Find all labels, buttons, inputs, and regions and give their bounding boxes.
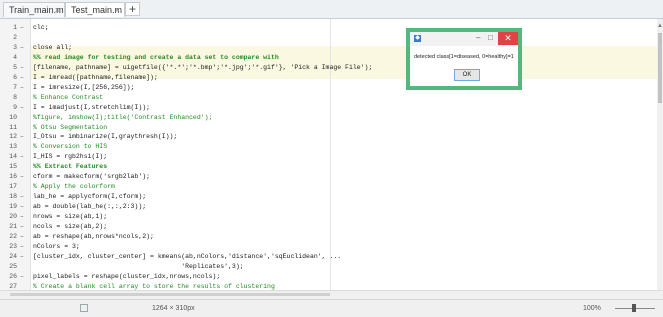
result-dialog: ◆ – □ ✕ detected class[1=diseased, 0=hea…: [406, 28, 522, 90]
dialog-titlebar[interactable]: ◆ – □ ✕: [410, 32, 518, 46]
status-icon: [80, 304, 88, 312]
tab-close-icon[interactable]: ×: [115, 3, 120, 17]
tab-train-main[interactable]: Train_main.m ×: [3, 2, 65, 17]
zoom-level: 100%: [583, 305, 601, 312]
minimize-icon[interactable]: –: [476, 33, 480, 42]
app-icon: ◆: [414, 35, 421, 42]
status-bar: 1264 × 310px 100%: [0, 299, 663, 317]
maximize-icon[interactable]: □: [488, 33, 493, 42]
line-number: 27: [9, 282, 17, 290]
zoom-slider-handle[interactable]: [632, 304, 636, 312]
scrollbar-thumb[interactable]: [10, 293, 330, 296]
scroll-up-icon[interactable]: ▲: [657, 23, 663, 29]
tab-test-main[interactable]: Test_main.m ×: [65, 2, 125, 17]
vertical-scrollbar[interactable]: ▲: [657, 19, 663, 290]
dialog-message: detected class[1=diseased, 0=healthy]=1: [414, 54, 514, 60]
code-text: % Create a blank cell array to store the…: [33, 282, 275, 290]
editor-tab-bar: Train_main.m × Test_main.m × +: [0, 0, 663, 19]
code-line[interactable]: 27 % Create a blank cell array to store t…: [0, 281, 657, 290]
code-editor[interactable]: 1– clc; 2 3– close all; 4%% read image for te…: [0, 19, 657, 290]
horizontal-scrollbar[interactable]: [0, 290, 663, 299]
scrollbar-thumb[interactable]: [658, 33, 662, 103]
add-tab-button[interactable]: +: [125, 2, 140, 16]
image-dimensions: 1264 × 310px: [152, 305, 195, 312]
tab-close-icon[interactable]: ×: [55, 3, 60, 17]
ok-button[interactable]: OK: [454, 69, 480, 81]
close-button[interactable]: ✕: [498, 32, 518, 45]
